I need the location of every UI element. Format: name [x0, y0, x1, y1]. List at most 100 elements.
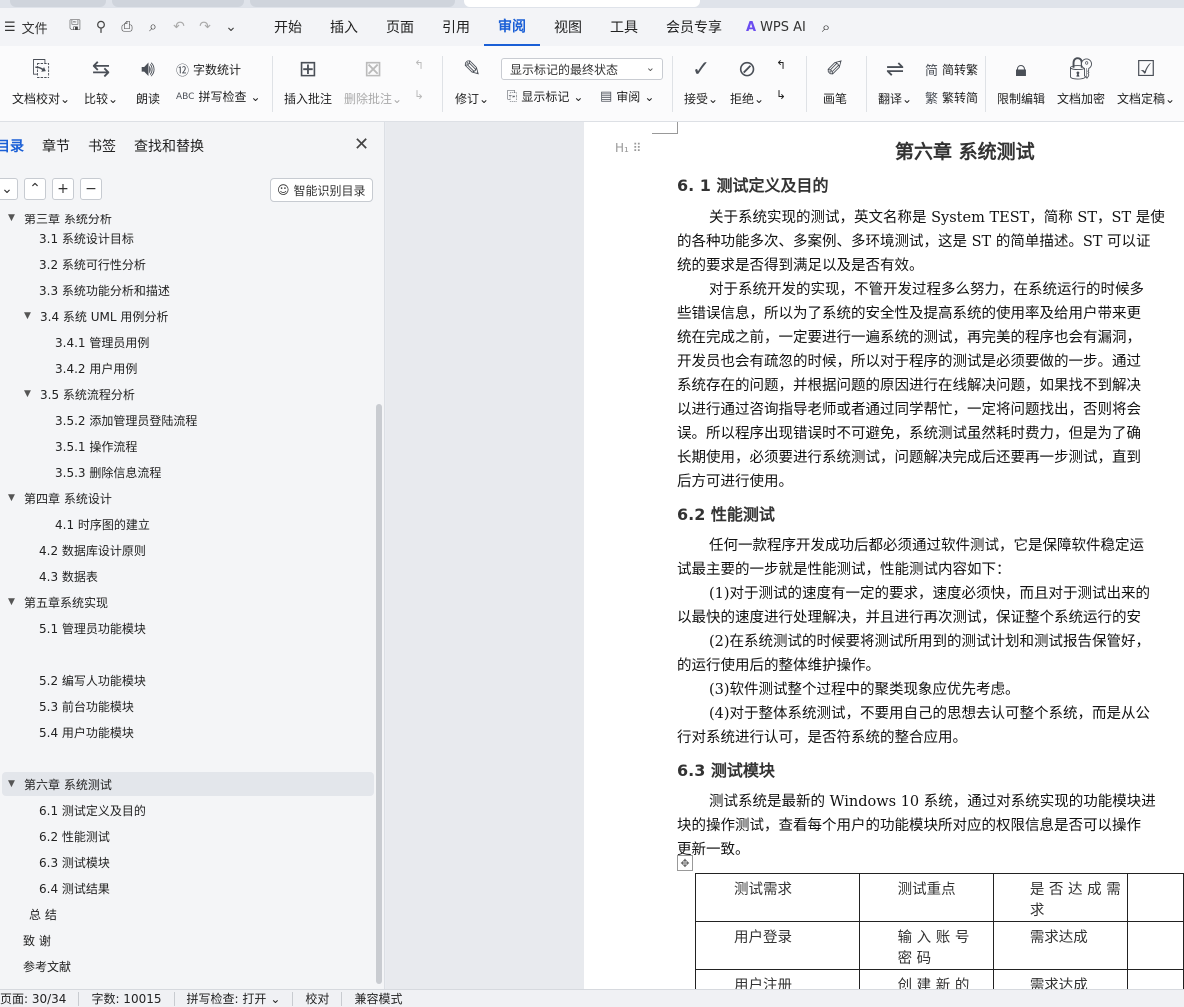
close-icon[interactable]: ✕ — [354, 134, 369, 155]
status-proof[interactable]: 校对 — [293, 992, 342, 1006]
toc-item[interactable]: 总 结 — [29, 902, 57, 926]
revise-icon: ✎ — [458, 54, 486, 84]
plus-icon[interactable]: + — [52, 178, 74, 200]
chevron-down-icon[interactable]: ⌄ — [222, 18, 240, 36]
pen-button[interactable]: ✐ 画笔 — [821, 54, 849, 107]
toc-item[interactable]: 3.5.3 删除信息流程 — [55, 460, 161, 484]
toc-item[interactable]: 4.1 时序图的建立 — [55, 512, 150, 536]
to-traditional-button[interactable]: 简 简转繁 — [925, 60, 978, 79]
next-comment-icon[interactable]: ↳ — [414, 88, 424, 102]
status-page[interactable]: 页面: 30/34 — [0, 992, 79, 1006]
tab-toc[interactable]: 目录 — [0, 136, 24, 156]
compare-button[interactable]: ⇆ 比较⌄ — [84, 54, 118, 107]
ai-toc-label: 智能识别目录 — [294, 182, 366, 199]
toc-item-label: 4.1 时序图的建立 — [55, 516, 150, 533]
toc-item[interactable]: ▼第五章系统实现 — [8, 590, 108, 614]
toc-item[interactable]: 5.4 用户功能模块 — [39, 720, 134, 744]
prev-comment-icon[interactable]: ↰ — [414, 58, 424, 72]
save-icon[interactable]: 🖫 — [66, 18, 84, 36]
menu-view[interactable]: 视图 — [540, 8, 596, 46]
menu-home[interactable]: 开始 — [260, 8, 316, 46]
prev-change-icon[interactable]: ↰ — [776, 58, 786, 72]
minus-icon[interactable]: − — [80, 178, 102, 200]
revise-button[interactable]: ✎ 修订⌄ — [455, 54, 489, 107]
show-markup-button[interactable]: ⎘ 显示标记⌄ — [507, 88, 583, 105]
toc-item[interactable]: ▼第四章 系统设计 — [8, 486, 112, 510]
menu-page[interactable]: 页面 — [372, 8, 428, 46]
spell-check-button[interactable]: ABC 拼写检查⌄ — [176, 88, 261, 105]
toc-item-label: 3.4.2 用户用例 — [55, 360, 137, 377]
document-page[interactable] — [584, 122, 1184, 989]
insert-comment-icon: ⊞ — [294, 54, 322, 84]
print-preview-icon[interactable]: ⌕ — [144, 18, 162, 36]
document-tab-active[interactable] — [464, 0, 700, 7]
menu-insert[interactable]: 插入 — [316, 8, 372, 46]
toc-item[interactable]: ▼3.5 系统流程分析 — [24, 382, 135, 406]
status-word-count[interactable]: 字数: 10015 — [79, 992, 174, 1006]
undo-icon[interactable]: ↶ — [170, 18, 188, 36]
toc-item[interactable]: 3.4.2 用户用例 — [55, 356, 137, 380]
word-count-button[interactable]: ⑫ 字数统计 — [176, 60, 241, 79]
toc-item[interactable]: 6.1 测试定义及目的 — [39, 798, 146, 822]
next-change-icon[interactable]: ↳ — [776, 88, 786, 102]
delete-comment-button[interactable]: ⊠ 删除批注⌄ — [344, 54, 402, 107]
tab-sections[interactable]: 章节 — [42, 136, 70, 156]
chevron-down-icon: ⌄ — [646, 61, 655, 74]
toc-item[interactable]: 3.5.2 添加管理员登陆流程 — [55, 408, 197, 432]
review-ribbon: ⎘ 文档校对⌄ ⇆ 比较⌄ 🔊︎ 朗读 ⑫ 字数统计 ABC 拼写检查⌄ ⊞ 插… — [0, 46, 1184, 122]
toc-item[interactable]: 4.2 数据库设计原则 — [39, 538, 146, 562]
nav-scrollbar[interactable] — [376, 404, 382, 984]
file-menu[interactable]: ☰ 文件 — [0, 18, 60, 37]
collapse-triangle-icon: ▼ — [24, 311, 36, 321]
encrypt-button[interactable]: 🔐︎ 文档加密 — [1057, 54, 1105, 107]
menu-member[interactable]: 会员专享 — [652, 8, 736, 46]
word-count-label: 字数统计 — [193, 61, 241, 78]
menu-references[interactable]: 引用 — [428, 8, 484, 46]
tab-find-replace[interactable]: 查找和替换 — [134, 136, 204, 156]
toc-item[interactable]: 5.2 编写人功能模块 — [39, 668, 146, 692]
toc-item[interactable]: 3.5.1 操作流程 — [55, 434, 137, 458]
toc-item[interactable]: 4.3 数据表 — [39, 564, 98, 588]
insert-comment-button[interactable]: ⊞ 插入批注 — [284, 54, 332, 107]
markup-state-select[interactable]: 显示标记的最终状态 ⌄ — [501, 58, 663, 80]
toc-item[interactable]: 5.1 管理员功能模块 — [39, 616, 146, 640]
chevron-up-icon[interactable]: ⌃ — [24, 178, 46, 200]
read-aloud-button[interactable]: 🔊︎ 朗读 — [134, 54, 162, 107]
chevron-down-icon[interactable]: ⌄ — [0, 178, 18, 200]
toc-item[interactable]: 3.3 系统功能分析和描述 — [39, 278, 170, 302]
wps-ai-button[interactable]: A WPS AI ⌕ — [746, 18, 830, 36]
toc-item[interactable]: 致 谢 — [23, 928, 51, 952]
document-tab[interactable] — [250, 0, 455, 7]
toc-item[interactable]: 3.4.1 管理员用例 — [55, 330, 149, 354]
accept-button[interactable]: ✓ 接受⌄ — [684, 54, 718, 107]
toc-item[interactable]: 3.2 系统可行性分析 — [39, 252, 146, 276]
toc-item-selected[interactable]: ▼第六章 系统测试 — [2, 772, 374, 796]
print-icon[interactable]: ⎙ — [118, 18, 136, 36]
tab-bookmarks[interactable]: 书签 — [88, 136, 116, 156]
ai-toc-button[interactable]: ☺ 智能识别目录 — [270, 178, 373, 202]
toc-item[interactable]: 6.4 测试结果 — [39, 876, 110, 900]
menu-review[interactable]: 审阅 — [484, 8, 540, 46]
encrypt-icon: 🔐︎ — [1067, 54, 1095, 84]
toc-item[interactable]: ▼3.4 系统 UML 用例分析 — [24, 304, 168, 328]
redo-icon[interactable]: ↷ — [196, 18, 214, 36]
toc-item[interactable]: 6.3 测试模块 — [39, 850, 110, 874]
finalize-button[interactable]: ☑ 文档定稿⌄ — [1117, 54, 1175, 107]
translate-button[interactable]: ⇌ 翻译⌄ — [878, 54, 912, 107]
doc-check-icon: ⎘ — [27, 54, 55, 84]
menu-tools[interactable]: 工具 — [596, 8, 652, 46]
toc-item[interactable]: 参考文献 — [23, 954, 71, 978]
toc-item[interactable]: 5.3 前台功能模块 — [39, 694, 134, 718]
format-painter-icon[interactable]: ⚲ — [92, 18, 110, 36]
restrict-edit-button[interactable]: 🔒︎ 限制编辑 — [997, 54, 1045, 107]
document-tab[interactable] — [10, 0, 106, 7]
toc-item[interactable]: 3.1 系统设计目标 — [39, 226, 134, 250]
toc-item[interactable]: 6.2 性能测试 — [39, 824, 110, 848]
status-spell-check[interactable]: 拼写检查: 打开⌄ — [175, 992, 294, 1006]
search-icon[interactable]: ⌕ — [822, 18, 830, 36]
to-simplified-button[interactable]: 繁 繁转简 — [925, 88, 978, 107]
review-pane-button[interactable]: ▤ 审阅⌄ — [600, 88, 654, 105]
document-tab[interactable] — [112, 0, 244, 7]
doc-check-button[interactable]: ⎘ 文档校对⌄ — [12, 54, 70, 107]
reject-button[interactable]: ⊘ 拒绝⌄ — [730, 54, 764, 107]
